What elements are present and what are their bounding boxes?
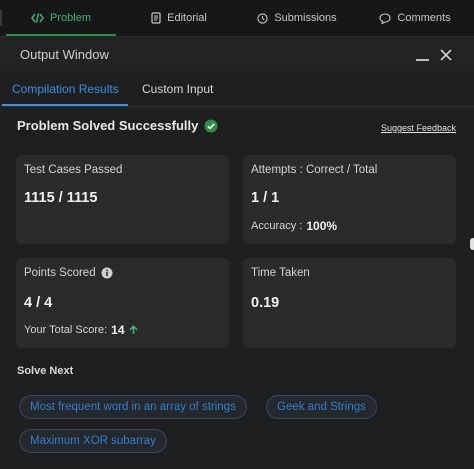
card-label: Test Cases Passed	[24, 164, 123, 176]
output-window-title: Output Window	[20, 46, 109, 62]
accuracy-line: Accuracy : 100%	[251, 219, 337, 233]
test-cases-card: Test Cases Passed 1115 / 1115	[16, 155, 229, 244]
card-label: Attempts : Correct / Total	[251, 164, 378, 176]
problem-tabs-bar: Problem Editorial Submissions Comments	[0, 0, 474, 37]
tab-label: Submissions	[274, 12, 337, 24]
output-window-header: Output Window	[0, 37, 474, 71]
result-status: Problem Solved Successfully	[17, 118, 218, 133]
tab-label: Editorial	[167, 12, 207, 24]
status-text: Problem Solved Successfully	[17, 118, 199, 133]
time-card: Time Taken 0.19	[243, 258, 456, 348]
comment-icon	[379, 12, 391, 24]
code-icon	[31, 13, 44, 23]
total-score-label: Your Total Score:	[24, 324, 108, 336]
card-value: 4 / 4	[24, 295, 53, 311]
points-card: Points Scored 4 / 4 Your Total Score: 14	[16, 258, 229, 348]
active-tab-indicator	[2, 104, 128, 106]
card-label: Points Scored	[24, 267, 96, 279]
attempts-card: Attempts : Correct / Total 1 / 1 Accurac…	[243, 155, 456, 244]
tab-problem[interactable]: Problem	[2, 0, 120, 36]
check-circle-icon	[204, 119, 218, 132]
tab-comments[interactable]: Comments	[356, 0, 474, 36]
tab-submissions[interactable]: Submissions	[238, 0, 356, 36]
arrow-up-icon	[128, 325, 138, 334]
tab-compilation-results[interactable]: Compilation Results	[12, 82, 119, 96]
suggest-feedback-link[interactable]: Suggest Feedback	[381, 123, 456, 133]
card-value: 1 / 1	[251, 190, 280, 206]
document-icon	[151, 12, 161, 24]
close-icon[interactable]	[440, 49, 452, 61]
suggested-problem-link[interactable]: Most frequent word in an array of string…	[19, 395, 247, 419]
solve-next-heading: Solve Next	[17, 365, 74, 377]
total-score-value: 14	[111, 323, 125, 337]
card-label: Time Taken	[251, 267, 310, 279]
tab-label: Problem	[50, 12, 91, 24]
output-tabs: Compilation Results Custom Input	[0, 72, 474, 107]
suggested-problem-link[interactable]: Geek and Strings	[266, 395, 377, 419]
total-score-line: Your Total Score: 14	[24, 323, 138, 337]
clock-icon	[257, 12, 268, 24]
info-icon[interactable]	[101, 267, 113, 279]
minimize-icon[interactable]	[416, 45, 429, 61]
card-label-row: Points Scored	[24, 267, 113, 279]
card-value: 0.19	[251, 295, 280, 311]
tab-custom-input[interactable]: Custom Input	[142, 82, 213, 96]
tab-label: Comments	[397, 12, 451, 24]
scrollbar-handle[interactable]	[470, 238, 474, 250]
card-value: 1115 / 1115	[24, 190, 98, 206]
accuracy-label: Accuracy :	[251, 220, 303, 232]
tab-editorial[interactable]: Editorial	[120, 0, 238, 36]
suggested-problem-link[interactable]: Maximum XOR subarray	[19, 429, 167, 453]
accuracy-value: 100%	[306, 219, 338, 233]
